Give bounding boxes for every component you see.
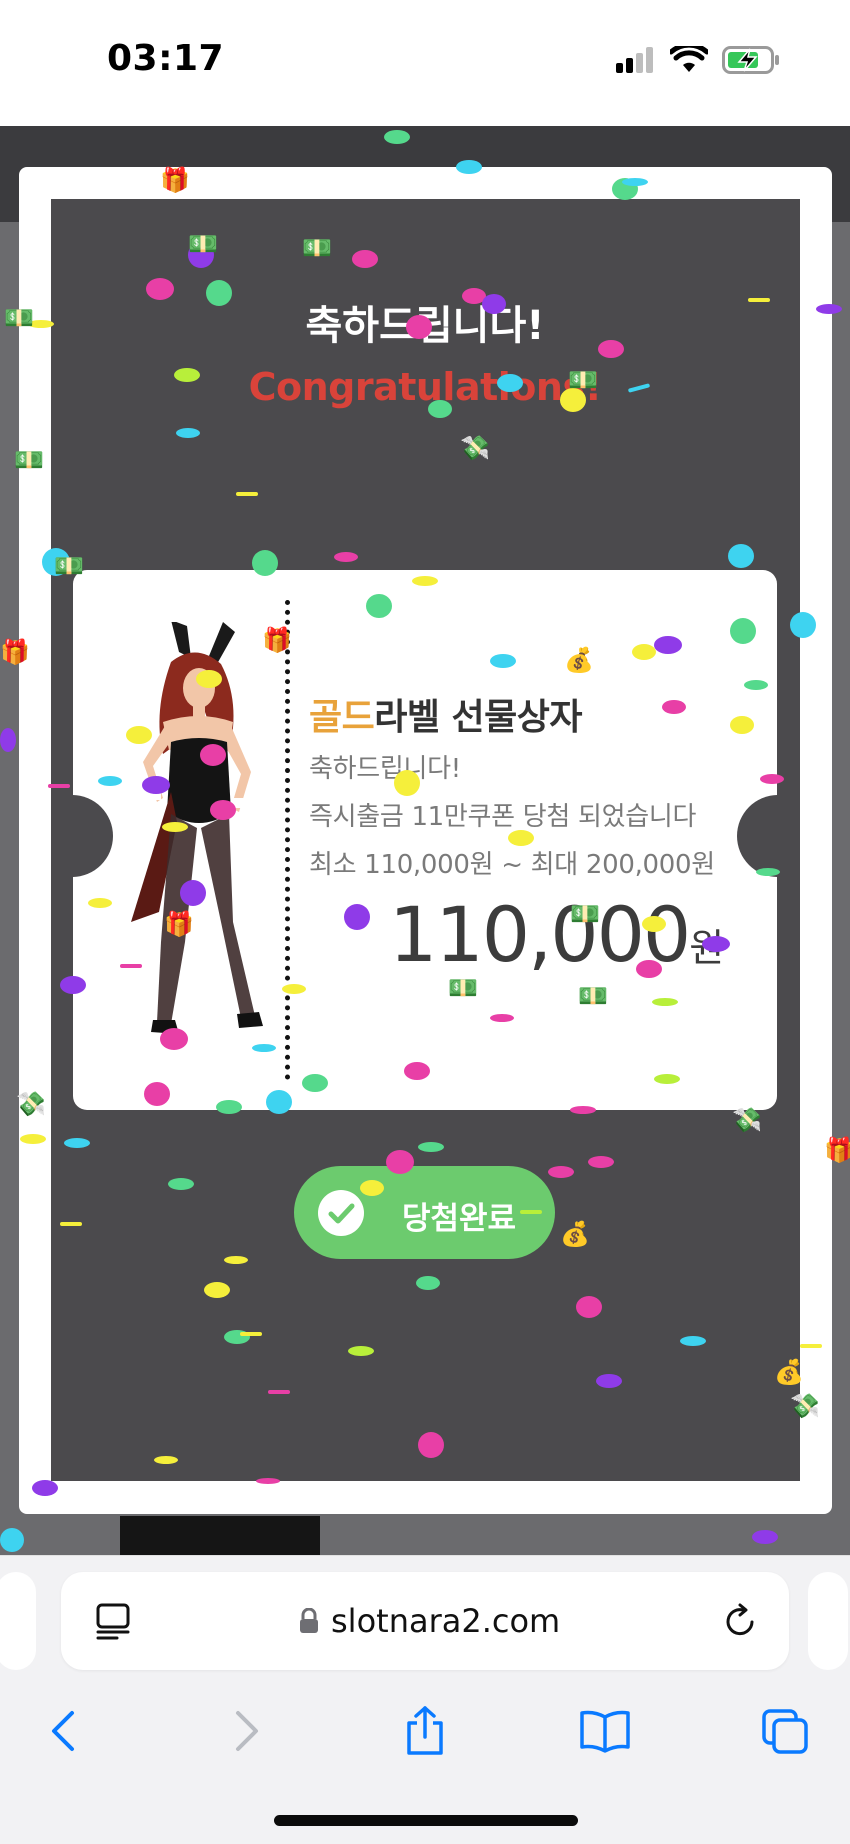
bunny-girl-character-image	[131, 622, 263, 1034]
ticket-line-range: 최소 110,000원 ~ 최대 200,000원	[309, 850, 715, 880]
chevron-left-icon	[52, 1711, 74, 1751]
status-bar: 03:17	[0, 0, 850, 126]
check-circle-icon	[318, 1190, 364, 1236]
ticket-title-rest: 라벨 선물상자	[374, 697, 583, 738]
ticket-line-congrats: 축하드립니다!	[309, 754, 461, 784]
url-text: slotnara2.com	[331, 1602, 561, 1640]
ticket-notch-right	[737, 795, 777, 877]
reload-icon[interactable]	[721, 1602, 759, 1640]
status-icons	[616, 46, 780, 74]
forward-button[interactable]	[212, 1696, 282, 1766]
share-button[interactable]	[390, 1696, 460, 1766]
reader-page-icon[interactable]	[95, 1602, 133, 1640]
book-icon	[580, 1710, 630, 1753]
browser-nav-row	[0, 1696, 850, 1766]
congrats-title-english: Congratulations!	[248, 365, 602, 409]
tabs-button[interactable]	[750, 1696, 820, 1766]
ticket-title-highlight: 골드	[309, 697, 375, 738]
prize-ticket: 골드라벨 선물상자 축하드립니다! 즉시출금 11만쿠폰 당첨 되었습니다 최소…	[73, 570, 777, 1110]
battery-charging-icon	[722, 46, 779, 74]
next-tab-edge[interactable]	[808, 1572, 848, 1670]
back-button[interactable]	[28, 1696, 98, 1766]
prize-amount: 110,000원	[389, 890, 724, 979]
wifi-icon	[670, 46, 708, 72]
tabs-icon	[762, 1709, 808, 1754]
prize-amount-value: 110,000	[389, 890, 691, 979]
congrats-title-korean: 축하드립니다!	[305, 303, 545, 349]
status-time: 03:17	[107, 38, 225, 79]
bookmarks-button[interactable]	[570, 1696, 640, 1766]
cellular-signal-icon	[616, 47, 653, 73]
chevron-right-icon	[236, 1711, 258, 1751]
previous-tab-edge[interactable]	[0, 1572, 36, 1670]
browser-toolbar: slotnara2.com	[0, 1555, 850, 1844]
ticket-line-coupon: 즉시출금 11만쿠폰 당첨 되었습니다	[309, 802, 697, 832]
page-image-strip	[120, 1516, 320, 1558]
home-indicator	[274, 1815, 578, 1826]
address-bar[interactable]: slotnara2.com	[61, 1572, 789, 1670]
lock-icon	[300, 1608, 318, 1633]
ticket-perforation	[285, 600, 290, 1080]
claim-complete-label: 당첨완료	[402, 1201, 517, 1237]
ticket-title: 골드라벨 선물상자	[309, 688, 583, 740]
claim-complete-button[interactable]: 당첨완료	[294, 1166, 555, 1259]
prize-amount-currency: 원	[689, 926, 725, 970]
share-icon	[407, 1706, 443, 1755]
